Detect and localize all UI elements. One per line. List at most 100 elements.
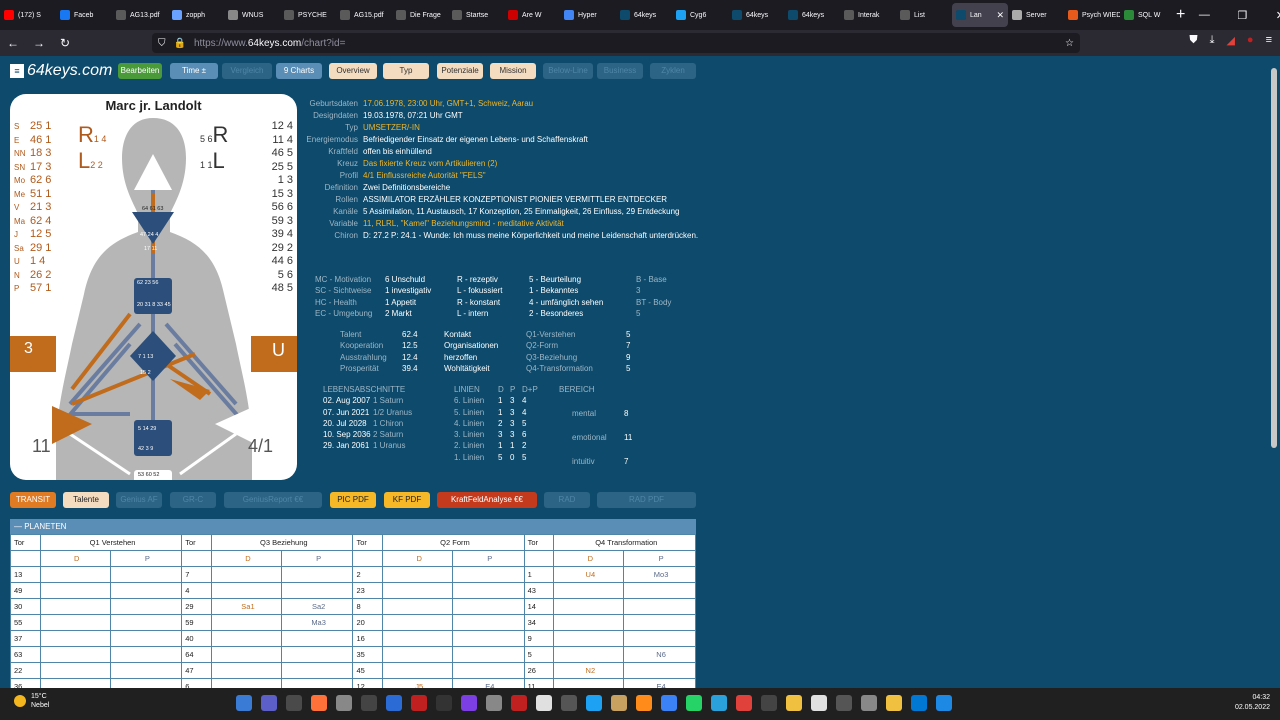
browser-tab[interactable]: Die Frage [392, 0, 448, 30]
logo[interactable]: ≡ 64keys.com [10, 62, 112, 80]
design-planet-row[interactable]: N 26 2 [14, 269, 74, 283]
taskbar-app-icon[interactable] [911, 695, 927, 711]
table-row[interactable]: 49 4 23 43 [10, 582, 696, 599]
browser-tab[interactable]: 64keys [784, 0, 840, 30]
design-planet-row[interactable]: Mo 62 6 [14, 174, 74, 188]
ublock-icon[interactable]: ● [1247, 34, 1254, 47]
personality-gate-line[interactable]: 59 3 [249, 215, 293, 229]
browser-tab[interactable]: SQL W [1120, 0, 1176, 30]
toolbar-button[interactable]: 9 Charts [276, 63, 322, 79]
scroll-thumb[interactable] [1271, 68, 1277, 448]
tab-close-icon[interactable]: ✕ [996, 10, 1004, 21]
browser-tab[interactable]: Faceb [56, 0, 112, 30]
browser-tab[interactable]: AG13.pdf [112, 0, 168, 30]
download-icon[interactable]: ⤓ [1210, 34, 1215, 47]
design-planet-row[interactable]: Ma 62 4 [14, 215, 74, 229]
taskbar-app-icon[interactable] [711, 695, 727, 711]
personality-gate-line[interactable]: 48 5 [249, 282, 293, 296]
taskbar-app-icon[interactable] [586, 695, 602, 711]
personality-gate-line[interactable]: 15 3 [249, 188, 293, 202]
browser-tab[interactable]: Are W [504, 0, 560, 30]
taskbar-app-icon[interactable] [461, 695, 477, 711]
browser-tab[interactable]: 64keys [616, 0, 672, 30]
action-button[interactable]: Talente [63, 492, 109, 508]
url-bar[interactable]: ⛉ 🔒 https://www.64keys.com/chart?id= ☆ [152, 33, 1080, 53]
table-row[interactable]: 63 64 35 5 N6 [10, 646, 696, 663]
taskbar-app-icon[interactable] [661, 695, 677, 711]
taskbar-app-icon[interactable] [786, 695, 802, 711]
design-planet-row[interactable]: E 46 1 [14, 134, 74, 148]
taskbar-app-icon[interactable] [536, 695, 552, 711]
browser-tab[interactable]: WNUS [224, 0, 280, 30]
browser-tab[interactable]: Psych WIEDER [1064, 0, 1120, 30]
taskbar-app-icon[interactable] [636, 695, 652, 711]
action-button[interactable]: KF PDF [384, 492, 430, 508]
close-icon[interactable]: ✕ [1261, 9, 1280, 22]
browser-tab[interactable]: Lan ✕ [952, 3, 1008, 27]
taskbar-app-icon[interactable] [686, 695, 702, 711]
system-clock[interactable]: 04:32 02.05.2022 [1235, 693, 1270, 713]
personality-gate-line[interactable]: 5 6 [249, 269, 293, 283]
personality-gate-line[interactable]: 25 5 [249, 161, 293, 175]
taskbar-app-icon[interactable] [511, 695, 527, 711]
forward-icon[interactable]: → [26, 36, 52, 50]
taskbar-app-icon[interactable] [861, 695, 877, 711]
table-row[interactable]: 22 47 45 26 N2 [10, 662, 696, 679]
minimize-icon[interactable]: — [1185, 9, 1223, 22]
table-row[interactable]: 36 6 12 J5 E4 11 E4 [10, 678, 696, 688]
taskbar-app-icon[interactable] [361, 695, 377, 711]
taskbar-app-icon[interactable] [736, 695, 752, 711]
browser-tab[interactable]: 64keys [728, 0, 784, 30]
taskbar-app-icon[interactable] [311, 695, 327, 711]
action-button[interactable]: RAD PDF [597, 492, 696, 508]
toolbar-button[interactable]: Potenziale [437, 63, 483, 79]
taskbar-app-icon[interactable] [486, 695, 502, 711]
taskbar-app-icon[interactable] [611, 695, 627, 711]
toolbar-button[interactable]: Business [597, 63, 643, 79]
taskbar-app-icon[interactable] [761, 695, 777, 711]
toolbar-button[interactable]: Mission [490, 63, 536, 79]
taskbar-app-icon[interactable] [286, 695, 302, 711]
personality-gate-line[interactable]: 56 6 [249, 201, 293, 215]
personality-gate-line[interactable]: 44 6 [249, 255, 293, 269]
taskbar-app-icon[interactable] [936, 695, 952, 711]
personality-gate-line[interactable]: 39 4 [249, 228, 293, 242]
design-planet-row[interactable]: U 1 4 [14, 255, 74, 269]
browser-tab[interactable]: Startse [448, 0, 504, 30]
personality-gate-line[interactable]: 29 2 [249, 242, 293, 256]
action-button[interactable]: GeniusReport €€ [224, 492, 322, 508]
toolbar-button[interactable]: Bearbeiten [118, 63, 162, 79]
table-row[interactable]: 13 7 2 1 U4 Mo3 [10, 566, 696, 583]
table-row[interactable]: 55 59 Ma3 20 34 [10, 614, 696, 631]
taskbar-app-icon[interactable] [886, 695, 902, 711]
personality-gate-line[interactable]: 12 4 [249, 120, 293, 134]
browser-tab[interactable]: (172) S [0, 0, 56, 30]
taskbar-app-icon[interactable] [261, 695, 277, 711]
browser-tab[interactable]: Interak [840, 0, 896, 30]
page-scrollbar[interactable] [1268, 56, 1280, 688]
design-planet-row[interactable]: S 25 1 [14, 120, 74, 134]
action-button[interactable]: RAD [544, 492, 590, 508]
table-row[interactable]: 30 29 Sa1 Sa2 8 14 [10, 598, 696, 615]
toolbar-button[interactable]: Zyklen [650, 63, 696, 79]
new-tab-button[interactable]: + [1176, 6, 1185, 24]
toolbar-button[interactable]: Vergleich [222, 63, 272, 79]
browser-tab[interactable]: Hyper [560, 0, 616, 30]
extension-icon[interactable]: ◢ [1226, 34, 1234, 47]
design-planet-row[interactable]: Me 51 1 [14, 188, 74, 202]
action-button[interactable]: PIC PDF [330, 492, 376, 508]
back-icon[interactable]: ← [0, 36, 26, 50]
personality-gate-line[interactable]: 11 4 [249, 134, 293, 148]
action-button[interactable]: GR-C [170, 492, 216, 508]
toolbar-button[interactable]: Below-Line [543, 63, 593, 79]
design-planet-row[interactable]: SN 17 3 [14, 161, 74, 175]
design-planet-row[interactable]: NN 18 3 [14, 147, 74, 161]
action-button[interactable]: TRANSIT [10, 492, 56, 508]
reload-icon[interactable]: ↻ [52, 36, 78, 50]
personality-gate-line[interactable]: 1 3 [249, 174, 293, 188]
taskbar-app-icon[interactable] [836, 695, 852, 711]
table-row[interactable]: 37 40 16 9 [10, 630, 696, 647]
bookmark-star-icon[interactable]: ☆ [1065, 38, 1074, 49]
toolbar-button[interactable]: Typ [383, 63, 429, 79]
taskbar-app-icon[interactable] [336, 695, 352, 711]
